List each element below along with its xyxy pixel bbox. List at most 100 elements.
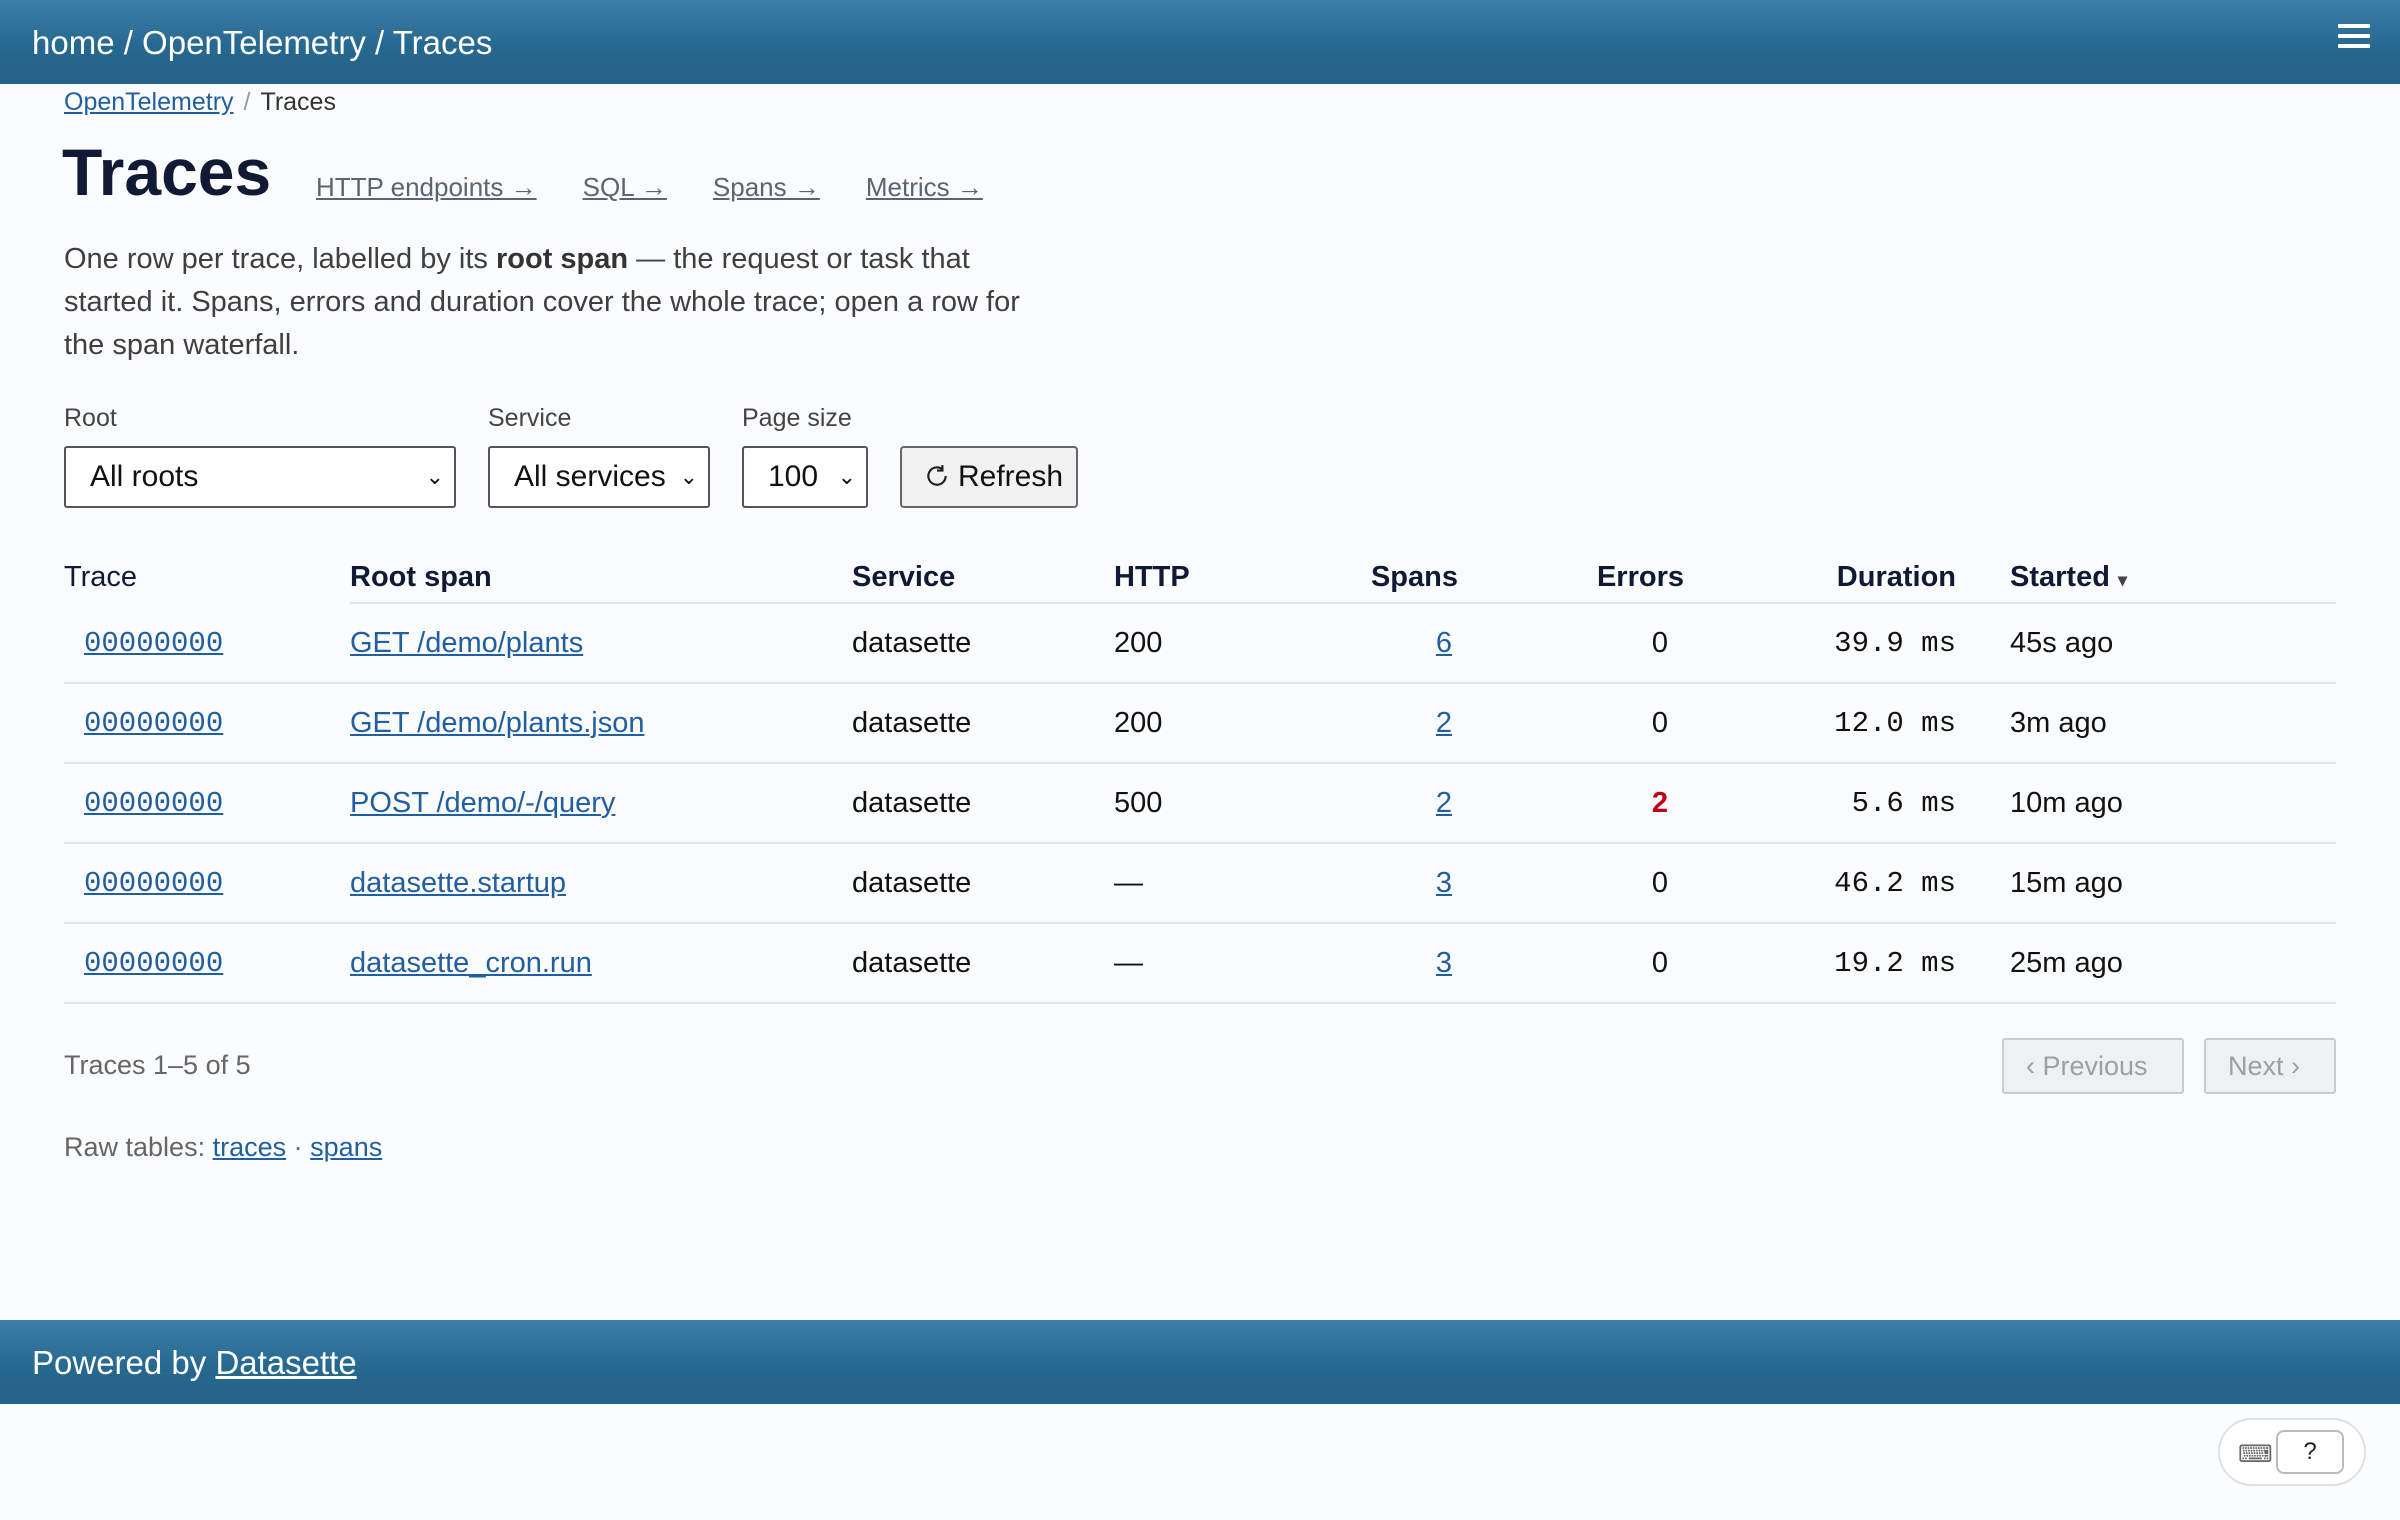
link-metrics[interactable]: Metrics →	[866, 172, 983, 202]
column-header-service: Service	[852, 552, 1114, 604]
datasette-link[interactable]: Datasette	[215, 1344, 356, 1381]
spans-cell: 2	[1334, 763, 1492, 844]
table-row[interactable]: 00000000 GET /demo/plants.json datasette 20…	[64, 683, 2336, 764]
duration-cell: 46.2 ms	[1706, 843, 1988, 924]
service-filter-label: Service	[488, 404, 572, 432]
duration-cell: 5.6 ms	[1706, 763, 1988, 844]
http-status-cell: —	[1114, 923, 1334, 1004]
duration-cell: 39.9 ms	[1706, 603, 1988, 684]
traces-table: Trace Root span Service HTTP Spans Error…	[64, 552, 2336, 1004]
footer: Powered by Datasette	[0, 1320, 2400, 1404]
trace-cell: 00000000	[64, 763, 350, 844]
trace-id-link[interactable]: 00000000	[84, 867, 223, 900]
root-span-link[interactable]: POST /demo/-/query	[350, 787, 615, 819]
column-header-spans: Spans	[1334, 552, 1492, 604]
service-select[interactable]: All services ⌄	[488, 446, 710, 508]
started-cell: 15m ago	[1988, 843, 2336, 924]
pagination-count: Traces 1–5 of 5	[64, 1050, 251, 1080]
raw-tables-label: Raw tables:	[64, 1132, 206, 1162]
duration-cell: 19.2 ms	[1706, 923, 1988, 1004]
table-row[interactable]: 00000000 POST /demo/-/query datasette 500 2 2…	[64, 763, 2336, 844]
errors-cell: 0	[1492, 843, 1706, 924]
root-span-link[interactable]: datasette_cron.run	[350, 947, 592, 979]
spans-cell: 2	[1334, 683, 1492, 764]
sub-navigation: HTTP endpoints → SQL → Spans → Metrics →	[316, 172, 1029, 203]
previous-button[interactable]: ‹ Previous	[2002, 1038, 2184, 1094]
sort-desc-icon: ▾	[2117, 569, 2128, 590]
root-filter-label: Root	[64, 404, 117, 432]
root-span-cell: GET /demo/plants.json	[350, 683, 852, 764]
http-status-cell: 200	[1114, 683, 1334, 764]
started-cell: 3m ago	[1988, 683, 2336, 764]
started-header-label: Started	[2010, 560, 2110, 593]
help-button[interactable]: ?	[2276, 1430, 2344, 1474]
keyboard-icon[interactable]: ⌨	[2238, 1440, 2273, 1469]
refresh-icon	[927, 465, 947, 486]
trace-cell: 00000000	[64, 923, 350, 1004]
trace-id-link[interactable]: 00000000	[84, 947, 223, 980]
errors-cell: 0	[1492, 683, 1706, 764]
spans-cell: 3	[1334, 923, 1492, 1004]
trace-cell: 00000000	[64, 843, 350, 924]
trace-cell: 00000000	[64, 683, 350, 764]
service-cell: datasette	[852, 923, 1114, 1004]
root-span-link[interactable]: GET /demo/plants	[350, 627, 583, 659]
root-select[interactable]: All roots ⌄	[64, 446, 456, 508]
breadcrumb-current: Traces	[260, 88, 336, 116]
page-size-select[interactable]: 100 ⌄	[742, 446, 868, 508]
link-spans[interactable]: Spans →	[713, 172, 820, 202]
chevron-down-icon: ⌄	[679, 464, 698, 489]
raw-tables-separator: ·	[293, 1132, 303, 1162]
column-header-root-span: Root span	[350, 552, 852, 604]
spans-count-link[interactable]: 3	[1436, 867, 1452, 899]
description-emphasis: root span	[495, 243, 629, 275]
service-cell: datasette	[852, 763, 1114, 844]
raw-tables: Raw tables: traces · spans	[64, 1132, 382, 1163]
root-span-cell: POST /demo/-/query	[350, 763, 852, 844]
root-span-link[interactable]: GET /demo/plants.json	[350, 707, 644, 739]
hamburger-icon[interactable]	[2338, 24, 2370, 54]
root-span-cell: datasette.startup	[350, 843, 852, 924]
http-status-cell: 500	[1114, 763, 1334, 844]
started-cell: 10m ago	[1988, 763, 2336, 844]
column-header-trace: Trace	[64, 561, 138, 593]
link-http-endpoints[interactable]: HTTP endpoints →	[316, 172, 537, 202]
column-header-http: HTTP	[1114, 552, 1334, 604]
spans-cell: 3	[1334, 843, 1492, 924]
spans-count-link[interactable]: 2	[1436, 707, 1452, 739]
spans-count-link[interactable]: 6	[1436, 627, 1452, 659]
trace-cell: 00000000	[64, 603, 350, 684]
raw-table-link-traces[interactable]: traces	[213, 1132, 287, 1162]
refresh-button[interactable]: Refresh	[900, 446, 1078, 508]
table-row[interactable]: 00000000 datasette_cron.run datasette — 3 0 19…	[64, 923, 2336, 1004]
header-breadcrumb[interactable]: home / OpenTelemetry / Traces	[32, 24, 492, 62]
link-sql[interactable]: SQL →	[583, 172, 667, 202]
errors-cell: 2	[1492, 763, 1706, 844]
table-row[interactable]: 00000000 GET /demo/plants datasette 200 6 0 39…	[64, 603, 2336, 684]
column-header-errors: Errors	[1492, 552, 1706, 604]
next-button[interactable]: Next ›	[2204, 1038, 2336, 1094]
spans-count-link[interactable]: 3	[1436, 947, 1452, 979]
breadcrumb-link-opentelemetry[interactable]: OpenTelemetry	[64, 88, 234, 116]
page-title: Traces	[62, 135, 272, 209]
column-header-started[interactable]: Started ▾	[1988, 552, 2336, 604]
breadcrumb: OpenTelemetry / Traces	[64, 88, 336, 117]
table-row[interactable]: 00000000 datasette.startup datasette — 3 0 46.…	[64, 843, 2336, 924]
spans-count-link[interactable]: 2	[1436, 787, 1452, 819]
refresh-label: Refresh	[958, 460, 1064, 493]
root-span-cell: GET /demo/plants	[350, 603, 852, 684]
chevron-down-icon: ⌄	[837, 464, 856, 489]
root-span-cell: datasette_cron.run	[350, 923, 852, 1004]
trace-id-link[interactable]: 00000000	[84, 627, 223, 660]
started-cell: 25m ago	[1988, 923, 2336, 1004]
root-span-link[interactable]: datasette.startup	[350, 867, 566, 899]
service-select-value: All services	[514, 460, 666, 493]
top-header-bar: home / OpenTelemetry / Traces	[0, 0, 2400, 84]
trace-id-link[interactable]: 00000000	[84, 707, 223, 740]
trace-id-link[interactable]: 00000000	[84, 787, 223, 820]
footer-prefix: Powered by	[32, 1344, 216, 1381]
footer-text: Powered by Datasette	[32, 1344, 357, 1382]
table-header-row: Trace Root span Service HTTP Spans Error…	[64, 552, 2336, 604]
raw-table-link-spans[interactable]: spans	[310, 1132, 382, 1162]
root-select-value: All roots	[90, 460, 199, 493]
